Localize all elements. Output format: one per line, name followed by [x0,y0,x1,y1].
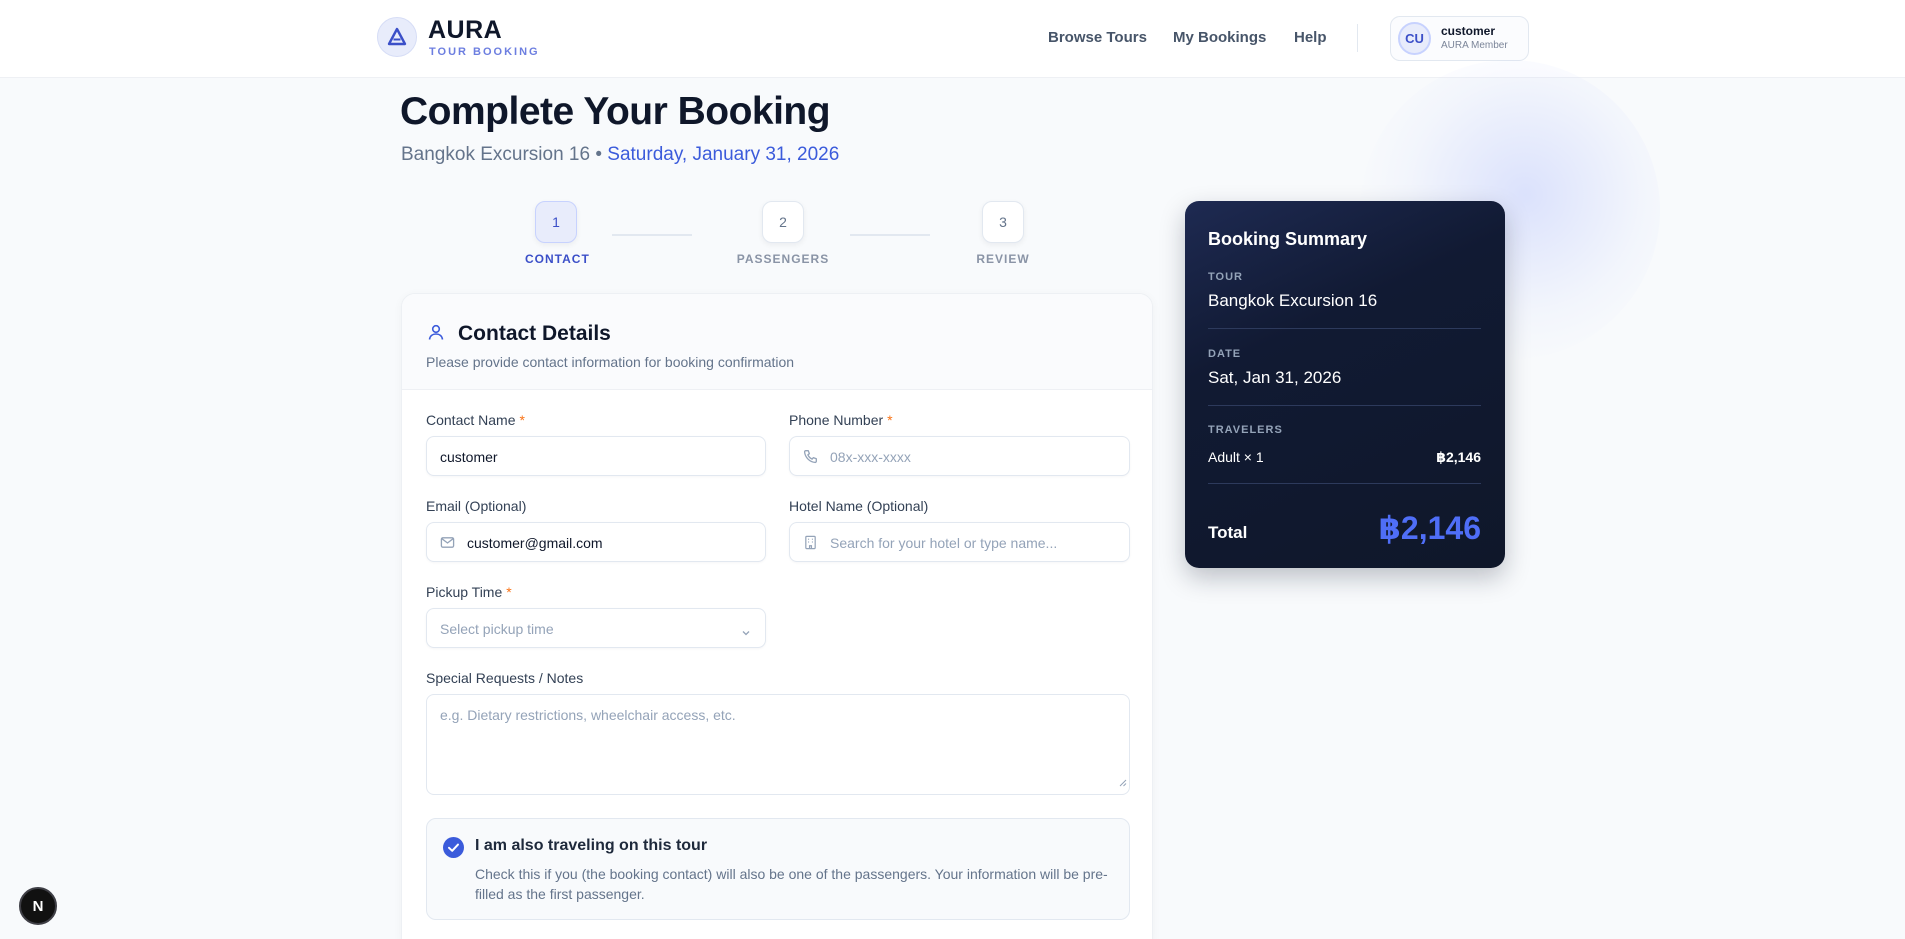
step-review[interactable]: 3 REVIEW [970,201,1036,266]
summary-travelers-price: ฿2,146 [1436,449,1481,465]
building-icon [803,535,818,553]
required-mark: * [519,412,525,428]
step-contact[interactable]: 1 CONTACT [525,201,590,266]
summary-tour-value: Bangkok Excursion 16 [1208,291,1378,310]
resize-handle-icon[interactable] [1118,774,1127,792]
booking-summary-card: Booking Summary TOUR Bangkok Excursion 1… [1185,201,1505,568]
contact-name-input[interactable]: customer [426,436,766,476]
summary-travelers-label: TRAVELERS [1208,424,1283,436]
chevron-down-icon [741,624,751,640]
summary-title: Booking Summary [1208,229,1368,249]
nav-help[interactable]: Help [1294,29,1327,46]
also-traveling-description: Check this if you (the booking contact) … [475,866,1108,902]
summary-total-label: Total [1208,523,1248,542]
label-text: Phone Number [789,412,884,428]
hotel-placeholder: Search for your hotel or type name... [830,535,1058,551]
step-passengers[interactable]: 2 PASSENGERS [736,201,830,266]
summary-travelers-value: Adult × 1 [1208,449,1264,465]
card-description: Please provide contact information for b… [426,354,795,370]
summary-divider [1208,483,1481,484]
user-name: customer [1441,24,1496,38]
brand-name[interactable]: AURA [428,16,502,45]
dev-tools-badge[interactable]: N [19,887,57,925]
required-mark: * [887,412,893,428]
step-connector [612,234,692,236]
page-title: Complete Your Booking [400,90,831,133]
phone-placeholder: 08x-xxx-xxxx [830,449,911,465]
nav-divider [1357,24,1358,52]
step-label: CONTACT [525,252,590,266]
aura-logo-icon[interactable] [377,17,417,57]
hotel-search-input[interactable]: Search for your hotel or type name... [789,522,1130,562]
user-icon [427,323,445,346]
email-label: Email (Optional) [426,498,527,514]
summary-date-label: DATE [1208,348,1242,360]
check-circle-icon[interactable] [443,837,464,863]
label-text: Pickup Time [426,584,503,600]
summary-tour-label: TOUR [1208,271,1243,283]
summary-divider [1208,328,1481,329]
top-navbar: AURA TOUR BOOKING Browse Tours My Bookin… [0,0,1905,78]
notes-placeholder: e.g. Dietary restrictions, wheelchair ac… [440,707,736,723]
email-input[interactable]: customer@gmail.com [426,522,766,562]
notes-label: Special Requests / Notes [426,670,584,686]
step-label: PASSENGERS [736,252,830,266]
contact-form-card: Contact Details Please provide contact i… [401,293,1153,939]
step-connector [850,234,930,236]
user-role: AURA Member [1441,40,1508,51]
summary-divider [1208,405,1481,406]
mail-icon [440,535,455,553]
contact-name-label: Contact Name * [426,412,525,428]
phone-icon [803,449,818,467]
card-header: Contact Details Please provide contact i… [402,294,1152,390]
page-subtitle: Bangkok Excursion 16 • Saturday, January… [401,144,839,166]
avatar[interactable]: CU [1398,22,1431,55]
phone-label: Phone Number * [789,412,893,428]
step-number: 1 [535,201,577,243]
required-mark: * [506,584,512,600]
user-menu[interactable]: CU customer AURA Member [1390,16,1529,61]
summary-date-value: Sat, Jan 31, 2026 [1208,368,1342,387]
label-text: Contact Name [426,412,516,428]
brand-tagline: TOUR BOOKING [429,46,540,58]
step-number: 2 [762,201,804,243]
step-number: 3 [982,201,1024,243]
tour-name: Bangkok Excursion 16 [401,144,591,165]
tour-date: Saturday, January 31, 2026 [607,144,840,165]
phone-input[interactable]: 08x-xxx-xxxx [789,436,1130,476]
also-traveling-title: I am also traveling on this tour [475,837,708,854]
card-title: Contact Details [458,322,611,345]
nav-my-bookings[interactable]: My Bookings [1173,29,1266,46]
nav-browse-tours[interactable]: Browse Tours [1048,29,1147,46]
subtitle-separator: • [590,144,608,165]
summary-total-value: ฿2,146 [1378,510,1481,546]
pickup-time-label: Pickup Time * [426,584,512,600]
hotel-label: Hotel Name (Optional) [789,498,929,514]
pickup-time-select[interactable]: Select pickup time [426,608,766,648]
pickup-placeholder: Select pickup time [440,621,554,637]
notes-textarea[interactable]: e.g. Dietary restrictions, wheelchair ac… [426,694,1130,795]
step-label: REVIEW [976,252,1030,266]
email-value: customer@gmail.com [467,535,603,551]
also-traveling-option[interactable]: I am also traveling on this tour Check t… [426,818,1130,920]
contact-name-value: customer [440,449,498,465]
